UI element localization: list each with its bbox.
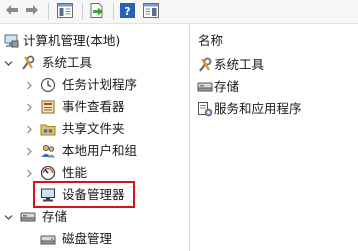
list-item-services-apps[interactable]: 服务和应用程序 bbox=[197, 99, 302, 119]
task-scheduler-icon bbox=[40, 77, 56, 93]
tree-item-local-users-groups[interactable]: 本地用户和组 bbox=[0, 140, 189, 162]
chevron-right-icon[interactable] bbox=[24, 140, 34, 162]
tree-item-task-scheduler[interactable]: 任务计划程序 bbox=[0, 74, 189, 96]
export-list-button[interactable] bbox=[87, 2, 107, 21]
tree-item-shared-folders[interactable]: 共享文件夹 bbox=[0, 118, 189, 140]
console-tree-icon bbox=[57, 2, 73, 21]
tree-item-label: 计算机管理(本地) bbox=[23, 33, 121, 48]
computer-management-icon bbox=[3, 33, 19, 49]
system-tools-icon bbox=[197, 57, 213, 73]
chevron-right-icon[interactable] bbox=[24, 118, 34, 140]
tree-item-label: 共享文件夹 bbox=[62, 121, 125, 136]
help-button[interactable]: ? bbox=[118, 2, 136, 21]
help-icon: ? bbox=[119, 2, 135, 21]
tree-item-storage[interactable]: 存储 bbox=[0, 206, 189, 228]
system-tools-icon bbox=[20, 55, 36, 71]
back-button[interactable] bbox=[3, 2, 21, 21]
tree-item-label: 存储 bbox=[42, 209, 68, 224]
show-hide-action-pane-icon bbox=[143, 2, 159, 21]
tree-item-disk-management[interactable]: 磁盘管理 bbox=[0, 228, 189, 250]
tree-item-computer-management[interactable]: 计算机管理(本地) bbox=[0, 30, 189, 52]
chevron-right-icon[interactable] bbox=[24, 96, 34, 118]
local-users-icon bbox=[40, 143, 56, 159]
storage-icon bbox=[20, 209, 36, 225]
column-header-name[interactable]: 名称 bbox=[198, 33, 223, 49]
list-item-label: 服务和应用程序 bbox=[214, 101, 302, 116]
list-item-label: 系统工具 bbox=[214, 57, 265, 72]
tree-item-event-viewer[interactable]: 事件查看器 bbox=[0, 96, 189, 118]
storage-icon bbox=[197, 79, 213, 95]
forward-arrow-icon bbox=[25, 4, 39, 19]
chevron-down-icon[interactable] bbox=[3, 52, 13, 74]
tree-item-label: 系统工具 bbox=[42, 55, 93, 70]
tree-item-system-tools[interactable]: 系统工具 bbox=[0, 52, 189, 74]
performance-icon bbox=[40, 165, 56, 181]
device-manager-highlight bbox=[33, 181, 135, 208]
chevron-down-icon[interactable] bbox=[3, 206, 13, 228]
event-viewer-icon bbox=[40, 99, 56, 115]
tree-item-label: 任务计划程序 bbox=[62, 77, 138, 92]
forward-button[interactable] bbox=[23, 2, 41, 21]
show-hide-action-pane-button[interactable] bbox=[141, 2, 161, 21]
tree-item-label: 性能 bbox=[62, 165, 88, 180]
list-item-storage[interactable]: 存储 bbox=[197, 77, 239, 97]
tree-item-label: 本地用户和组 bbox=[62, 143, 138, 158]
toolbar-separator bbox=[82, 3, 83, 20]
export-list-icon bbox=[89, 2, 105, 21]
toolbar: ? bbox=[0, 0, 358, 24]
toolbar-separator bbox=[113, 3, 114, 20]
tree-item-label: 磁盘管理 bbox=[62, 231, 113, 246]
svg-text:?: ? bbox=[124, 5, 130, 18]
console-tree: 计算机管理(本地) 系统工具 任务计划程序 事件查看器 共享文件夹 本地用户和组… bbox=[0, 25, 189, 251]
tree-item-label: 事件查看器 bbox=[62, 99, 125, 114]
shared-folder-icon bbox=[40, 121, 56, 137]
list-item-system-tools[interactable]: 系统工具 bbox=[197, 55, 264, 75]
back-arrow-icon bbox=[5, 4, 19, 19]
toolbar-separator bbox=[48, 3, 49, 20]
results-list: 名称 系统工具 存储 服务和应用程序 bbox=[190, 25, 358, 251]
chevron-right-icon[interactable] bbox=[24, 74, 34, 96]
services-apps-icon bbox=[197, 101, 213, 117]
list-item-label: 存储 bbox=[214, 79, 240, 94]
console-tree-button[interactable] bbox=[55, 2, 75, 21]
disk-management-icon bbox=[40, 231, 56, 247]
